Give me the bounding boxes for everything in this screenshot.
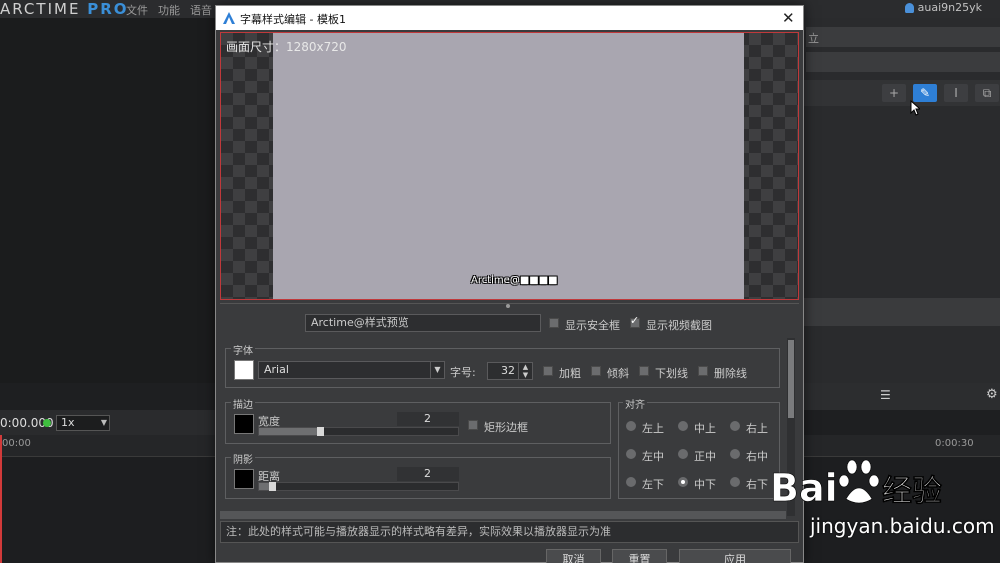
user-icon xyxy=(904,2,914,13)
align-option-label: 左下 xyxy=(642,478,664,491)
svg-text:Bai: Bai xyxy=(770,466,838,510)
rect-border-label: 矩形边框 xyxy=(484,421,528,434)
align-option-label: 左中 xyxy=(642,450,664,463)
slider-knob[interactable] xyxy=(269,482,276,491)
timeline-tracks[interactable] xyxy=(0,457,215,563)
playback-speed-select[interactable]: 1x ▼ xyxy=(56,415,110,431)
font-size-label: 字号: xyxy=(450,366,476,379)
watermark-url: jingyan.baidu.com xyxy=(810,514,995,538)
preview-subtitle-sample: Arctime@■■■■ xyxy=(471,275,558,286)
video-preview-panel xyxy=(0,18,215,383)
italic-checkbox[interactable] xyxy=(591,366,601,376)
right-panel-row[interactable]: 立 xyxy=(806,27,1000,47)
canvas-size-label: 画面尺寸：1280x720 xyxy=(226,40,347,54)
rename-style-button[interactable]: I xyxy=(944,84,968,102)
mouse-cursor-icon xyxy=(910,100,920,116)
align-radio[interactable] xyxy=(626,477,636,487)
subtitle-panel xyxy=(800,18,1000,383)
align-radio[interactable] xyxy=(730,449,740,459)
align-radio[interactable] xyxy=(626,449,636,459)
bold-label: 加粗 xyxy=(559,367,581,380)
shadow-color-swatch[interactable] xyxy=(234,469,254,489)
preview-text-input[interactable]: Arctime@样式预览 xyxy=(305,314,541,332)
underline-label: 下划线 xyxy=(655,367,688,380)
outline-group-title: 描边 xyxy=(231,396,255,411)
playhead[interactable] xyxy=(0,435,2,563)
outline-width-slider[interactable] xyxy=(258,427,459,436)
arctime-logo-icon xyxy=(223,12,235,24)
gear-icon[interactable]: ⚙ xyxy=(986,387,998,402)
scrollbar-thumb[interactable] xyxy=(788,340,794,418)
safe-frame-checkbox[interactable] xyxy=(549,318,559,328)
username: auai9n25yk xyxy=(917,1,982,14)
strikethrough-checkbox[interactable] xyxy=(698,366,708,376)
outline-width-value[interactable]: 2 xyxy=(397,412,459,426)
reset-button[interactable]: 重置 xyxy=(612,549,667,563)
stepper-arrows-icon[interactable]: ▲ ▼ xyxy=(518,363,532,379)
font-group-title: 字体 xyxy=(231,342,255,357)
right-panel-row[interactable] xyxy=(806,52,1000,72)
menu-functions[interactable]: 功能 xyxy=(158,2,180,18)
splitter-handle[interactable] xyxy=(506,304,510,308)
subtitle-style-dialog: 字幕样式编辑 - 模板1 ✕ 画面尺寸：1280x720 Arctime@■■■… xyxy=(215,5,804,563)
video-frame-label: 显示视频截图 xyxy=(646,319,712,332)
add-style-button[interactable]: + xyxy=(882,84,906,102)
font-color-swatch[interactable] xyxy=(234,360,254,380)
bold-checkbox[interactable] xyxy=(543,366,553,376)
horizontal-scrollbar[interactable] xyxy=(220,511,786,519)
style-preview: 画面尺寸：1280x720 Arctime@■■■■ xyxy=(220,32,799,300)
align-radio[interactable] xyxy=(678,421,688,431)
rect-border-checkbox[interactable] xyxy=(468,420,478,430)
underline-checkbox[interactable] xyxy=(639,366,649,376)
chevron-down-icon: ▼ xyxy=(430,362,444,378)
app-logo: ARCTIME PRO xyxy=(0,0,129,18)
style-difference-note: 注：此处的样式可能与播放器显示的样式略有差异，实际效果以播放器显示为准 xyxy=(220,521,799,543)
close-icon[interactable]: ✕ xyxy=(782,9,795,27)
selected-style-row[interactable] xyxy=(800,298,1000,326)
align-option-label: 正中 xyxy=(694,450,716,463)
copy-style-button[interactable]: ⧉ xyxy=(975,84,999,102)
right-panel-footer: ☰ ⚙ xyxy=(800,383,1000,410)
chevron-down-icon: ▼ xyxy=(100,418,107,427)
timeline-ruler[interactable] xyxy=(0,435,215,457)
user-account[interactable]: auai9n25yk xyxy=(904,1,982,14)
strikethrough-label: 删除线 xyxy=(714,367,747,380)
outline-color-swatch[interactable] xyxy=(234,414,254,434)
italic-label: 倾斜 xyxy=(607,367,629,380)
align-radio[interactable] xyxy=(678,477,688,487)
shadow-distance-value[interactable]: 2 xyxy=(397,467,459,481)
preview-canvas xyxy=(273,33,744,299)
ruler-mark: 00:00 xyxy=(2,438,31,449)
align-radio[interactable] xyxy=(626,421,636,431)
baidu-jingyan-watermark-logo: Bai 经验 xyxy=(770,459,942,510)
align-option-label: 右下 xyxy=(746,478,768,491)
dialog-title: 字幕样式编辑 - 模板1 xyxy=(240,13,346,26)
font-size-stepper[interactable]: 32 ▲ ▼ xyxy=(487,362,533,380)
status-dot-icon xyxy=(43,419,51,427)
align-option-label: 中下 xyxy=(694,478,716,491)
font-family-select[interactable]: Arial ▼ xyxy=(258,361,445,379)
svg-text:经验: 经验 xyxy=(882,474,942,509)
ruler-mark: 0:00:30 xyxy=(935,438,974,449)
align-option-label: 右上 xyxy=(746,422,768,435)
apply-button[interactable]: 应用 xyxy=(679,549,791,563)
align-radio[interactable] xyxy=(730,421,740,431)
shadow-distance-slider[interactable] xyxy=(258,482,459,491)
align-radio[interactable] xyxy=(730,477,740,487)
menu-file[interactable]: 文件 xyxy=(126,2,148,18)
cancel-button[interactable]: 取消 xyxy=(546,549,601,563)
alignment-group-title: 对齐 xyxy=(623,396,647,411)
align-option-label: 右中 xyxy=(746,450,768,463)
list-icon[interactable]: ☰ xyxy=(880,388,891,402)
align-radio[interactable] xyxy=(678,449,688,459)
slider-knob[interactable] xyxy=(317,427,324,436)
align-option-label: 中上 xyxy=(694,422,716,435)
safe-frame-label: 显示安全框 xyxy=(565,319,620,332)
align-option-label: 左上 xyxy=(642,422,664,435)
shadow-group-title: 阴影 xyxy=(231,451,255,466)
menu-speech[interactable]: 语音 xyxy=(190,2,212,18)
video-frame-checkbox[interactable] xyxy=(630,314,640,328)
